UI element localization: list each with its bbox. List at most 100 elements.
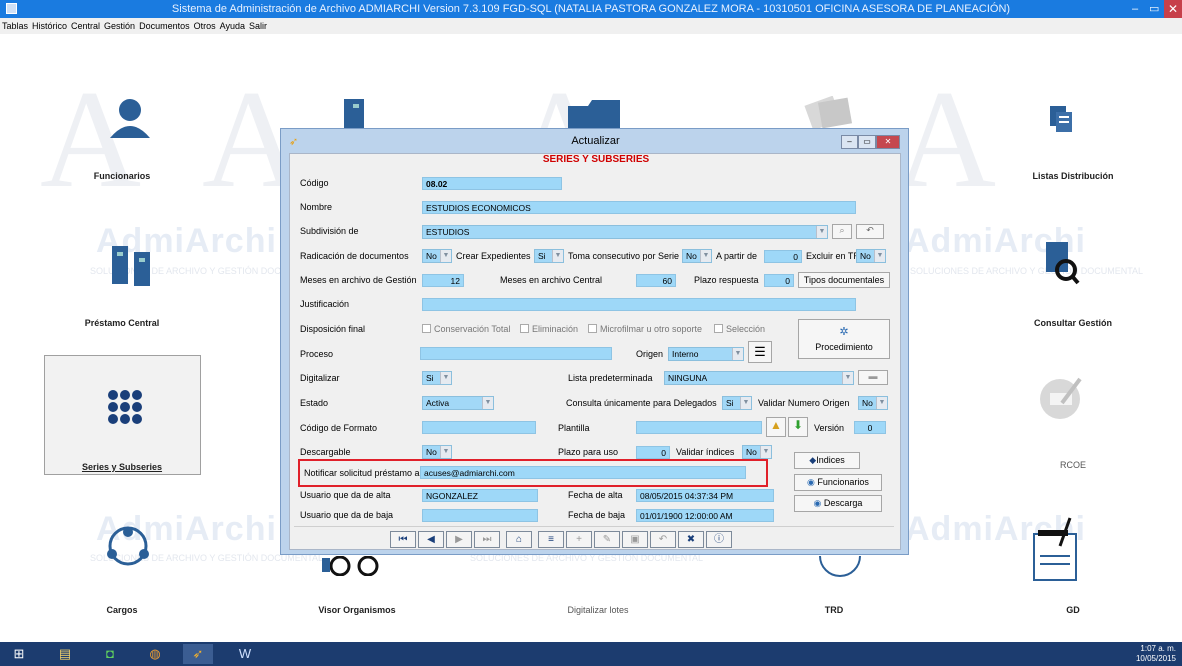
listas-distribucion-icon[interactable] [1048,104,1074,134]
menu-historico[interactable]: Histórico [30,18,69,31]
consulta-delegados-select[interactable]: Si ▼ [722,396,752,410]
nombre-field[interactable]: ESTUDIOS ECONOMICOS [422,201,856,214]
series-subseries-label[interactable]: Series y Subseries [42,462,202,472]
excluir-trd-select[interactable]: No ▼ [856,249,886,263]
rcoe-icon[interactable] [1040,375,1082,421]
codigo-formato-field[interactable] [422,421,536,434]
plazo-uso-field[interactable]: 0 [636,446,670,459]
crear-expedientes-select[interactable]: Si ▼ [534,249,564,263]
minimize-button[interactable]: – [1132,3,1138,15]
microfilmar-checkbox[interactable]: Microfilmar u otro soporte [588,324,702,334]
search-records-icon[interactable]: ⌂ [506,531,532,548]
store-icon[interactable]: ◘ [95,644,125,664]
dialog-minimize-button[interactable]: – [841,135,858,149]
windows-start-icon[interactable]: ⊞ [4,644,34,664]
undo-record-icon[interactable]: ↶ [650,531,676,548]
lista-predeterminada-select[interactable]: NINGUNA ▼ [664,371,854,385]
help-icon[interactable]: ⓘ [706,531,732,548]
plantilla-field[interactable] [636,421,762,434]
consultar-gestion-label[interactable]: Consultar Gestión [993,318,1153,328]
menu-otros[interactable]: Otros [192,18,218,31]
visor-organismos-label[interactable]: Visor Organismos [277,605,437,615]
proceso-field[interactable] [420,347,612,360]
visor-organismos-icon[interactable] [318,556,398,576]
close-button[interactable]: ✕ [1164,0,1182,18]
folder-icon[interactable] [566,96,622,132]
previous-record-icon[interactable]: ◀ [418,531,444,548]
first-record-icon[interactable]: ⏮ [390,531,416,548]
maximize-button[interactable]: ▭ [1149,2,1159,15]
word-icon[interactable]: W [230,644,260,664]
estado-select[interactable]: Activa ▼ [422,396,494,410]
fecha-baja-field[interactable]: 01/01/1900 12:00:00 AM [636,509,774,522]
usuario-alta-field[interactable]: NGONZALEZ [422,489,538,502]
edit-record-icon[interactable]: ✎ [594,531,620,548]
digitalizar-select[interactable]: Si ▼ [422,371,452,385]
filter-icon[interactable]: ≡ [538,531,564,548]
gd-label[interactable]: GD [993,605,1153,615]
a-partir-field[interactable]: 0 [764,250,802,263]
procedimiento-button[interactable]: ✲ Procedimiento [798,319,890,359]
documents-stack-icon[interactable] [800,96,856,132]
archive-cabinet-icon[interactable] [343,98,365,132]
descarga-button[interactable]: ◉ Descarga [794,495,882,512]
gd-icon[interactable] [1030,516,1082,582]
version-field[interactable]: 0 [854,421,886,434]
codigo-field[interactable]: 08.02 [422,177,562,190]
chrome-icon[interactable]: ◍ [140,644,170,664]
subdivision-select[interactable]: ESTUDIOS ▼ [422,225,828,239]
usuario-baja-field[interactable] [422,509,538,522]
consultar-gestion-icon[interactable] [1044,240,1080,286]
meses-gestion-field[interactable]: 12 [422,274,464,287]
open-folder-icon[interactable]: ▲ [766,417,786,437]
funcionarios-button[interactable]: ◉ Funcionarios [794,474,882,491]
last-record-icon[interactable]: ⏭ [474,531,500,548]
origen-select[interactable]: Interno ▼ [668,347,744,361]
cargos-icon[interactable] [102,522,154,570]
menu-tablas[interactable]: Tablas [0,18,30,31]
toma-consecutivo-select[interactable]: No ▼ [682,249,712,263]
prestamo-central-label[interactable]: Préstamo Central [42,318,202,328]
series-grid-icon[interactable] [106,388,152,426]
notificar-email-field[interactable]: acuses@admiarchi.com [420,466,746,479]
menu-central[interactable]: Central [69,18,102,31]
file-explorer-icon[interactable]: ▤ [50,644,80,664]
conservacion-total-checkbox[interactable]: Conservación Total [422,324,510,334]
eliminacion-checkbox[interactable]: Eliminación [520,324,578,334]
listas-distribucion-label[interactable]: Listas Distribución [993,171,1153,181]
next-record-icon[interactable]: ▶ [446,531,472,548]
delete-record-icon[interactable]: ✖ [678,531,704,548]
meses-central-field[interactable]: 60 [636,274,676,287]
admiarchi-taskbar-icon[interactable]: ➶ [183,644,213,664]
validar-indices-select[interactable]: No ▼ [742,445,772,459]
fecha-alta-field[interactable]: 08/05/2015 04:37:34 PM [636,489,774,502]
checklist-icon[interactable]: ☰ [748,341,772,363]
dialog-maximize-button[interactable]: ▭ [858,135,876,149]
new-record-icon[interactable]: + [566,531,592,548]
tipos-documentales-button[interactable]: Tipos documentales [798,272,890,288]
undo-icon[interactable]: ↶ [856,224,884,239]
cargos-label[interactable]: Cargos [42,605,202,615]
menu-documentos[interactable]: Documentos [137,18,192,31]
folder-open-icon[interactable]: ▬ [858,370,888,385]
binoculars-icon[interactable]: ⌕ [832,224,852,239]
menu-salir[interactable]: Salir [247,18,269,31]
trd-label[interactable]: TRD [754,605,914,615]
rcoe-label[interactable]: RCOE [993,460,1153,470]
dialog-close-button[interactable]: ✕ [876,135,900,149]
seleccion-checkbox[interactable]: Selección [714,324,765,334]
digitalizar-lotes-label[interactable]: Digitalizar lotes [518,605,678,615]
funcionarios-label[interactable]: Funcionarios [42,171,202,181]
download-arrow-icon[interactable]: ⬇ [788,417,808,437]
descargable-select[interactable]: No ▼ [422,445,452,459]
indices-button[interactable]: ◆Indices [794,452,860,469]
trd-clock-icon[interactable] [818,554,862,588]
menu-ayuda[interactable]: Ayuda [218,18,247,31]
radicacion-select[interactable]: No ▼ [422,249,452,263]
save-record-icon[interactable]: ▣ [622,531,648,548]
prestamo-central-icon[interactable] [110,244,156,288]
justificacion-field[interactable] [422,298,856,311]
validar-numero-origen-select[interactable]: No ▼ [858,396,888,410]
funcionarios-icon[interactable] [106,96,154,140]
plazo-respuesta-field[interactable]: 0 [764,274,794,287]
